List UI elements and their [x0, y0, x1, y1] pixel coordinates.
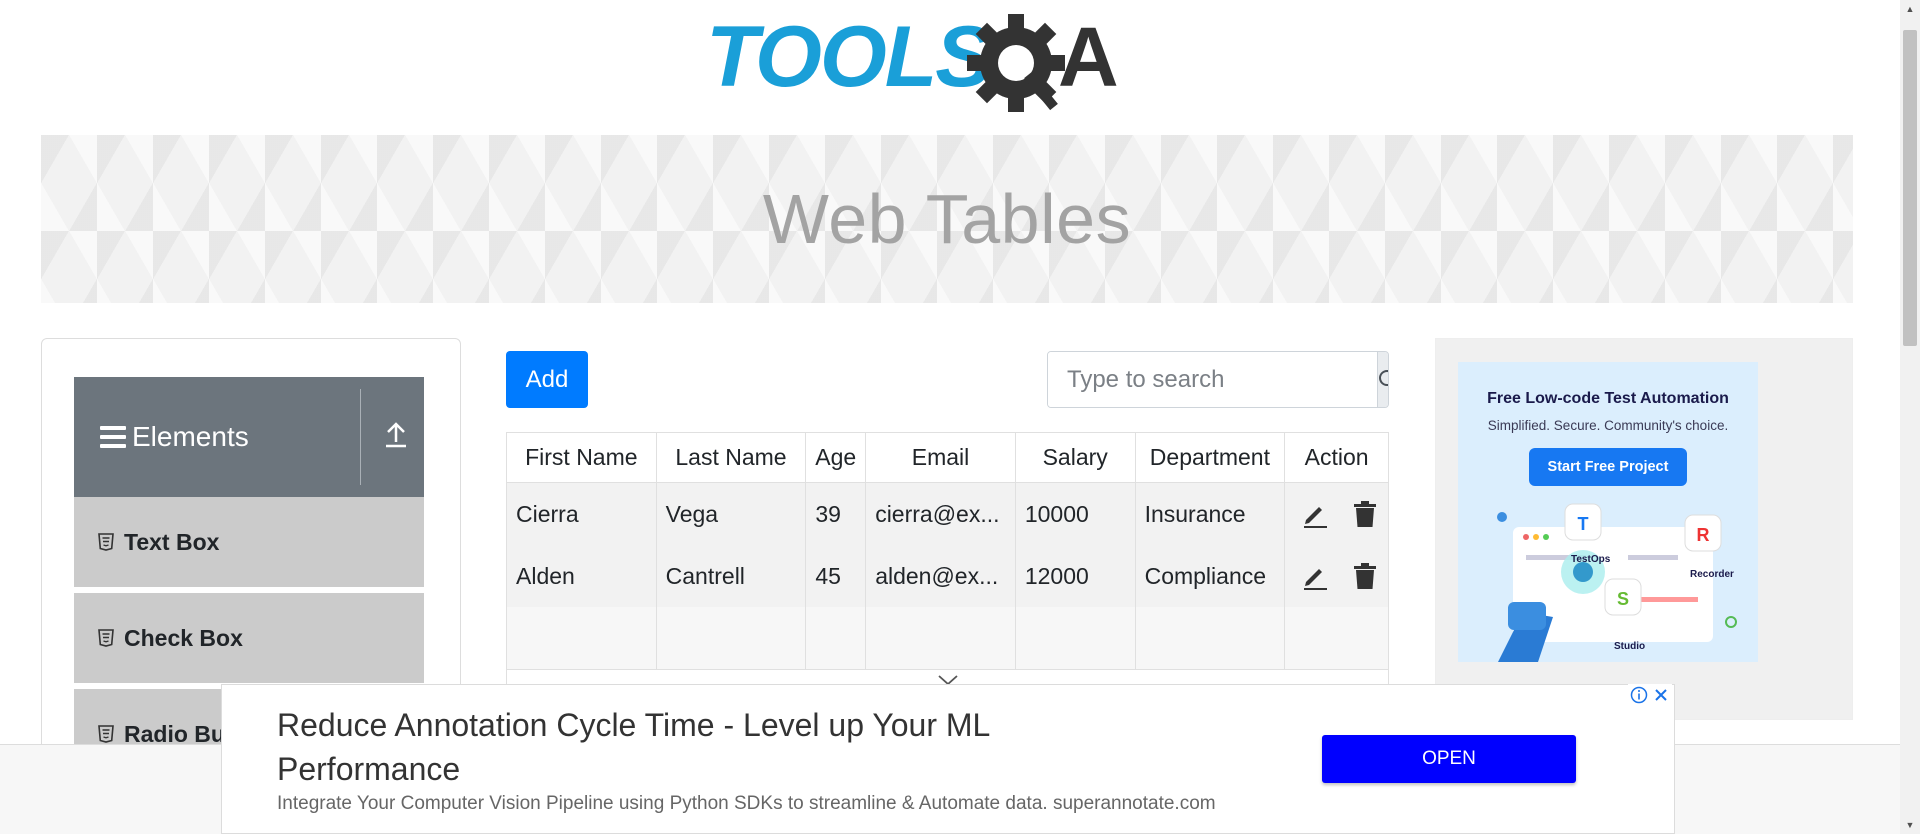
html5-icon [98, 629, 114, 647]
side-ad-subtitle: Simplified. Secure. Community's choice. [1487, 418, 1729, 433]
scroll-down-icon[interactable]: ▼ [1900, 816, 1920, 834]
search-icon[interactable] [1377, 352, 1388, 407]
table-cell [866, 607, 1016, 669]
edit-icon[interactable] [1299, 560, 1331, 592]
close-icon[interactable] [1650, 684, 1672, 706]
toolsqa-logo-graphic: TOOLS A [706, 9, 1119, 112]
group-title: Elements [132, 421, 249, 452]
logo-text-a: A [1058, 10, 1119, 104]
column-header[interactable]: First Name [507, 433, 657, 482]
elements-group-header[interactable]: Elements [74, 377, 424, 497]
add-button[interactable]: Add [506, 351, 588, 408]
table-cell: 45 [806, 545, 867, 607]
svg-text:S: S [1617, 589, 1629, 609]
html5-icon [98, 725, 114, 743]
page-title: Web Tables [762, 180, 1132, 258]
web-table: First Name Last Name Age Email Salary De… [506, 432, 1389, 690]
column-header[interactable]: Last Name [657, 433, 807, 482]
gear-icon [967, 14, 1065, 112]
bottom-ad-title[interactable]: Reduce Annotation Cycle Time - Level up … [277, 703, 1177, 791]
table-cell: Vega [657, 483, 807, 545]
svg-text:T: T [1578, 514, 1589, 534]
scroll-thumb[interactable] [1903, 30, 1917, 346]
svg-text:R: R [1697, 525, 1710, 545]
column-header[interactable]: Action [1285, 433, 1388, 482]
sidebar-item-label: Check Box [124, 624, 243, 651]
search-input[interactable] [1048, 352, 1377, 407]
table-cell [657, 607, 807, 669]
delete-icon[interactable] [1349, 498, 1381, 530]
table-row: Cierra Vega 39 cierra@ex... 10000 Insura… [507, 483, 1388, 545]
side-ad-card[interactable]: Free Low-code Test Automation Simplified… [1458, 362, 1758, 662]
action-cell [1285, 545, 1388, 607]
side-ad-tag: Studio [1614, 641, 1646, 652]
side-ad-tag: Recorder [1690, 569, 1734, 580]
table-row-empty [507, 607, 1388, 669]
ad-open-button[interactable]: OPEN [1322, 735, 1576, 783]
toolsqa-logo[interactable]: TOOLS A [706, 8, 1196, 120]
logo-text-tools: TOOLS [706, 9, 992, 105]
page-banner: Web Tables [41, 135, 1853, 303]
start-free-project-button[interactable]: Start Free Project [1529, 448, 1687, 486]
table-cell [1136, 607, 1286, 669]
edit-icon[interactable] [1299, 498, 1331, 530]
table-header: First Name Last Name Age Email Salary De… [507, 433, 1388, 483]
group-divider [360, 389, 361, 485]
table-cell: Alden [507, 545, 657, 607]
table-cell: Insurance [1136, 483, 1286, 545]
side-ad-title: Free Low-code Test Automation [1487, 390, 1729, 407]
html5-icon [98, 533, 114, 551]
column-header[interactable]: Age [806, 433, 867, 482]
table-cell: Compliance [1136, 545, 1286, 607]
column-header[interactable]: Department [1136, 433, 1286, 482]
search-box [1047, 351, 1389, 408]
table-cell [806, 607, 867, 669]
column-header[interactable]: Salary [1016, 433, 1136, 482]
table-cell [507, 607, 657, 669]
delete-icon[interactable] [1349, 560, 1381, 592]
action-cell [1285, 483, 1388, 545]
table-row: Alden Cantrell 45 alden@ex... 12000 Comp… [507, 545, 1388, 607]
side-ad[interactable]: Free Low-code Test Automation Simplified… [1435, 338, 1853, 720]
table-cell [1285, 607, 1388, 669]
table-cell: 12000 [1016, 545, 1136, 607]
ad-info-icon[interactable] [1628, 684, 1650, 706]
table-cell: cierra@ex... [866, 483, 1016, 545]
column-header[interactable]: Email [866, 433, 1016, 482]
sidebar-item-label: Text Box [124, 528, 220, 555]
side-ad-tag: TestOps [1571, 554, 1611, 565]
table-cell: alden@ex... [866, 545, 1016, 607]
page-scrollbar[interactable]: ▲ ▼ [1900, 0, 1920, 834]
bottom-ad[interactable]: Reduce Annotation Cycle Time - Level up … [221, 684, 1675, 834]
sidebar-item-text-box[interactable]: Text Box [74, 497, 424, 589]
arrow-up-icon[interactable] [374, 413, 418, 457]
bottom-ad-description: Integrate Your Computer Vision Pipeline … [277, 793, 1216, 814]
scroll-up-icon[interactable]: ▲ [1900, 0, 1920, 18]
table-cell: 39 [806, 483, 867, 545]
table-cell: 10000 [1016, 483, 1136, 545]
table-cell [1016, 607, 1136, 669]
sidebar-item-check-box[interactable]: Check Box [74, 593, 424, 685]
table-cell: Cantrell [657, 545, 807, 607]
table-cell: Cierra [507, 483, 657, 545]
hamburger-icon [100, 426, 126, 448]
